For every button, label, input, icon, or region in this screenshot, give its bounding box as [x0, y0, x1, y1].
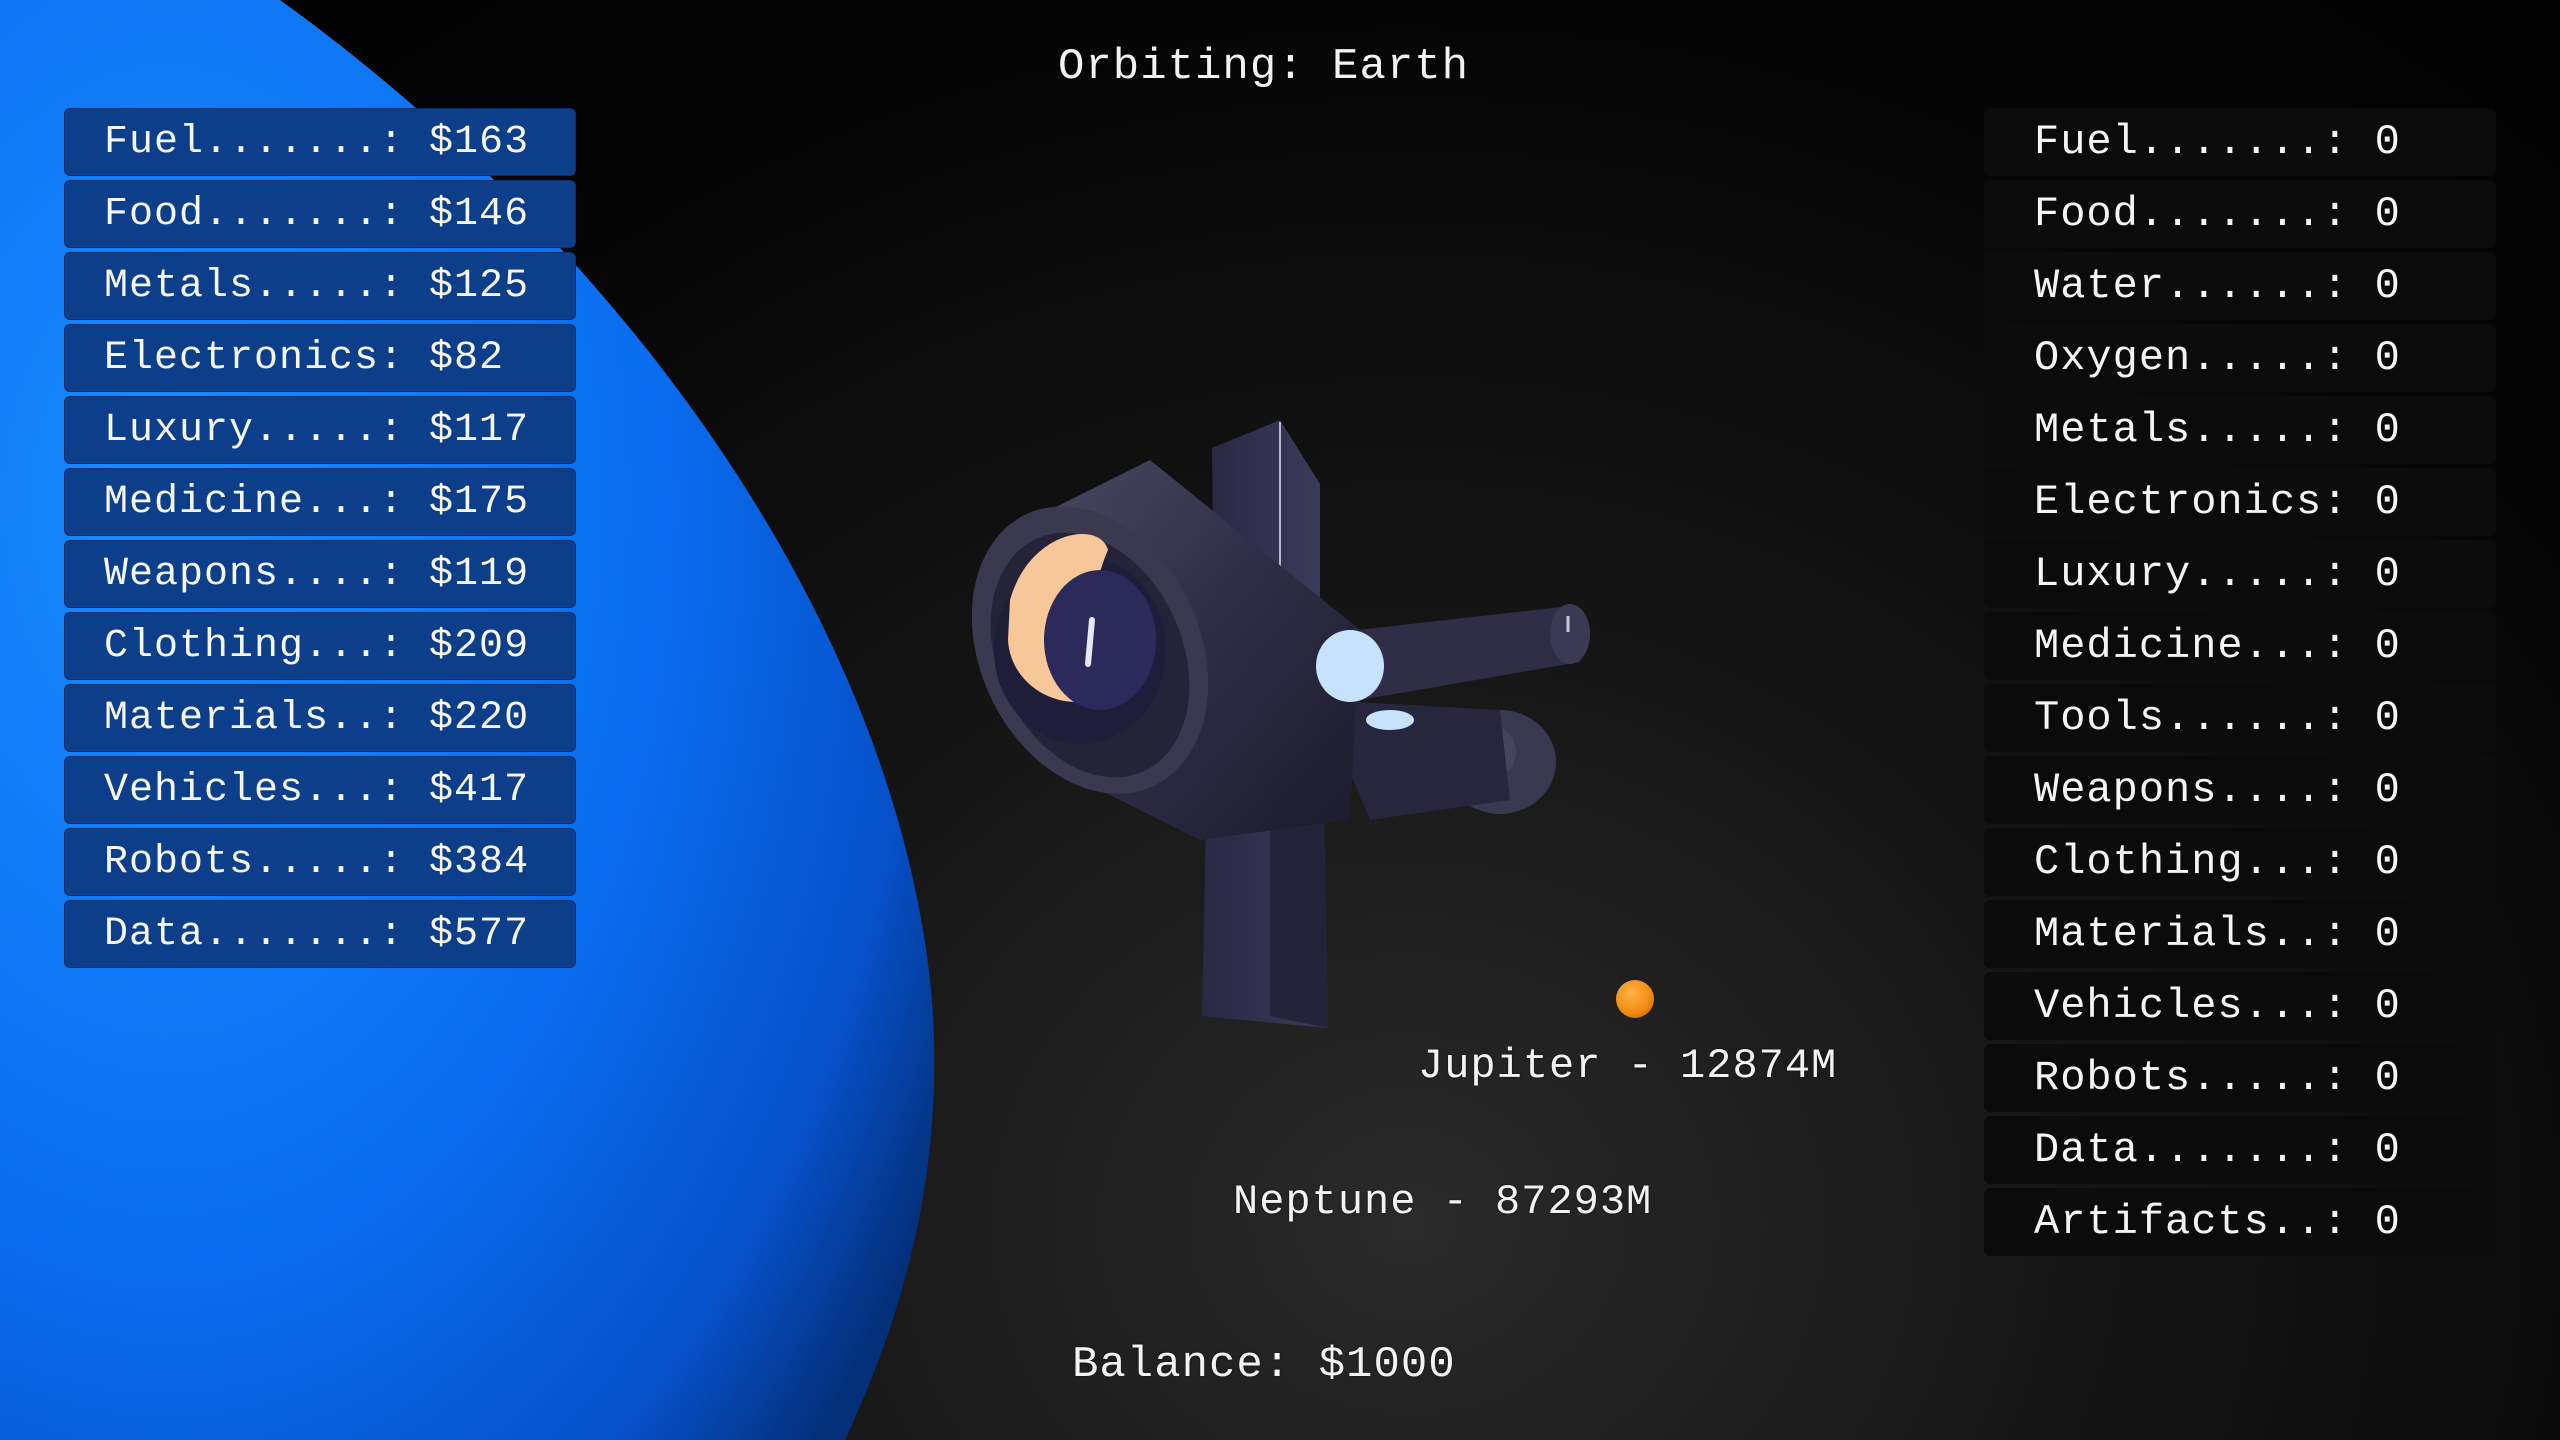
- balance-display: Balance: $1000: [1072, 1340, 1456, 1390]
- market-price-panel: Fuel.......: $163 Food.......: $146 Meta…: [64, 108, 576, 972]
- cargo-item-electronics: Electronics: 0: [1984, 468, 2496, 536]
- cargo-item-label: Metals.....: 0: [2034, 406, 2401, 454]
- cargo-item-artifacts: Artifacts..: 0: [1984, 1188, 2496, 1256]
- market-item-vehicles[interactable]: Vehicles...: $417: [64, 756, 576, 824]
- market-item-label: Clothing...: $209: [104, 623, 530, 669]
- cargo-item-label: Artifacts..: 0: [2034, 1198, 2401, 1246]
- market-item-luxury[interactable]: Luxury.....: $117: [64, 396, 576, 464]
- cargo-item-fuel: Fuel.......: 0: [1984, 108, 2496, 176]
- destination-label-neptune[interactable]: Neptune - 87293M: [1233, 1178, 1652, 1226]
- cargo-item-label: Materials..: 0: [2034, 910, 2401, 958]
- cargo-item-water: Water......: 0: [1984, 252, 2496, 320]
- cargo-item-vehicles: Vehicles...: 0: [1984, 972, 2496, 1040]
- cargo-item-label: Weapons....: 0: [2034, 766, 2401, 814]
- cargo-item-label: Vehicles...: 0: [2034, 982, 2401, 1030]
- cargo-item-medicine: Medicine...: 0: [1984, 612, 2496, 680]
- market-item-label: Metals.....: $125: [104, 263, 530, 309]
- cargo-item-label: Clothing...: 0: [2034, 838, 2401, 886]
- cargo-item-data: Data.......: 0: [1984, 1116, 2496, 1184]
- cargo-item-label: Robots.....: 0: [2034, 1054, 2401, 1102]
- cargo-item-clothing: Clothing...: 0: [1984, 828, 2496, 896]
- market-item-weapons[interactable]: Weapons....: $119: [64, 540, 576, 608]
- cargo-item-luxury: Luxury.....: 0: [1984, 540, 2496, 608]
- cargo-item-tools: Tools......: 0: [1984, 684, 2496, 752]
- market-item-label: Robots.....: $384: [104, 839, 530, 885]
- jupiter-dot-icon[interactable]: [1616, 980, 1654, 1018]
- cargo-inventory-panel: Fuel.......: 0 Food.......: 0 Water.....…: [1984, 108, 2496, 1260]
- market-item-label: Food.......: $146: [104, 191, 530, 237]
- market-item-clothing[interactable]: Clothing...: $209: [64, 612, 576, 680]
- market-item-label: Fuel.......: $163: [104, 119, 530, 165]
- cargo-item-weapons: Weapons....: 0: [1984, 756, 2496, 824]
- market-item-label: Vehicles...: $417: [104, 767, 530, 813]
- market-item-data[interactable]: Data.......: $577: [64, 900, 576, 968]
- market-item-metals[interactable]: Metals.....: $125: [64, 252, 576, 320]
- market-item-fuel[interactable]: Fuel.......: $163: [64, 108, 576, 176]
- market-item-materials[interactable]: Materials..: $220: [64, 684, 576, 752]
- destination-label-jupiter[interactable]: Jupiter - 12874M: [1418, 1042, 1837, 1090]
- orbiting-status: Orbiting: Earth: [1058, 42, 1470, 92]
- cargo-item-label: Medicine...: 0: [2034, 622, 2401, 670]
- cargo-item-label: Tools......: 0: [2034, 694, 2401, 742]
- market-item-label: Medicine...: $175: [104, 479, 530, 525]
- market-item-electronics[interactable]: Electronics: $82: [64, 324, 576, 392]
- market-item-medicine[interactable]: Medicine...: $175: [64, 468, 576, 536]
- cargo-item-label: Fuel.......: 0: [2034, 118, 2401, 166]
- cargo-item-label: Electronics: 0: [2034, 478, 2401, 526]
- game-viewport[interactable]: Orbiting: Earth Balance: $1000 Jupiter -…: [0, 0, 2560, 1440]
- cargo-item-label: Luxury.....: 0: [2034, 550, 2401, 598]
- cargo-item-oxygen: Oxygen.....: 0: [1984, 324, 2496, 392]
- cargo-item-materials: Materials..: 0: [1984, 900, 2496, 968]
- cargo-item-label: Data.......: 0: [2034, 1126, 2401, 1174]
- cargo-item-robots: Robots.....: 0: [1984, 1044, 2496, 1112]
- market-item-robots[interactable]: Robots.....: $384: [64, 828, 576, 896]
- market-item-label: Weapons....: $119: [104, 551, 530, 597]
- cargo-item-label: Oxygen.....: 0: [2034, 334, 2401, 382]
- spaceship-icon[interactable]: [940, 400, 1620, 1060]
- cargo-item-metals: Metals.....: 0: [1984, 396, 2496, 464]
- market-item-label: Materials..: $220: [104, 695, 530, 741]
- market-item-label: Luxury.....: $117: [104, 407, 530, 453]
- market-item-label: Electronics: $82: [104, 335, 505, 381]
- market-item-label: Data.......: $577: [104, 911, 530, 957]
- cargo-item-label: Water......: 0: [2034, 262, 2401, 310]
- cargo-item-label: Food.......: 0: [2034, 190, 2401, 238]
- cargo-item-food: Food.......: 0: [1984, 180, 2496, 248]
- market-item-food[interactable]: Food.......: $146: [64, 180, 576, 248]
